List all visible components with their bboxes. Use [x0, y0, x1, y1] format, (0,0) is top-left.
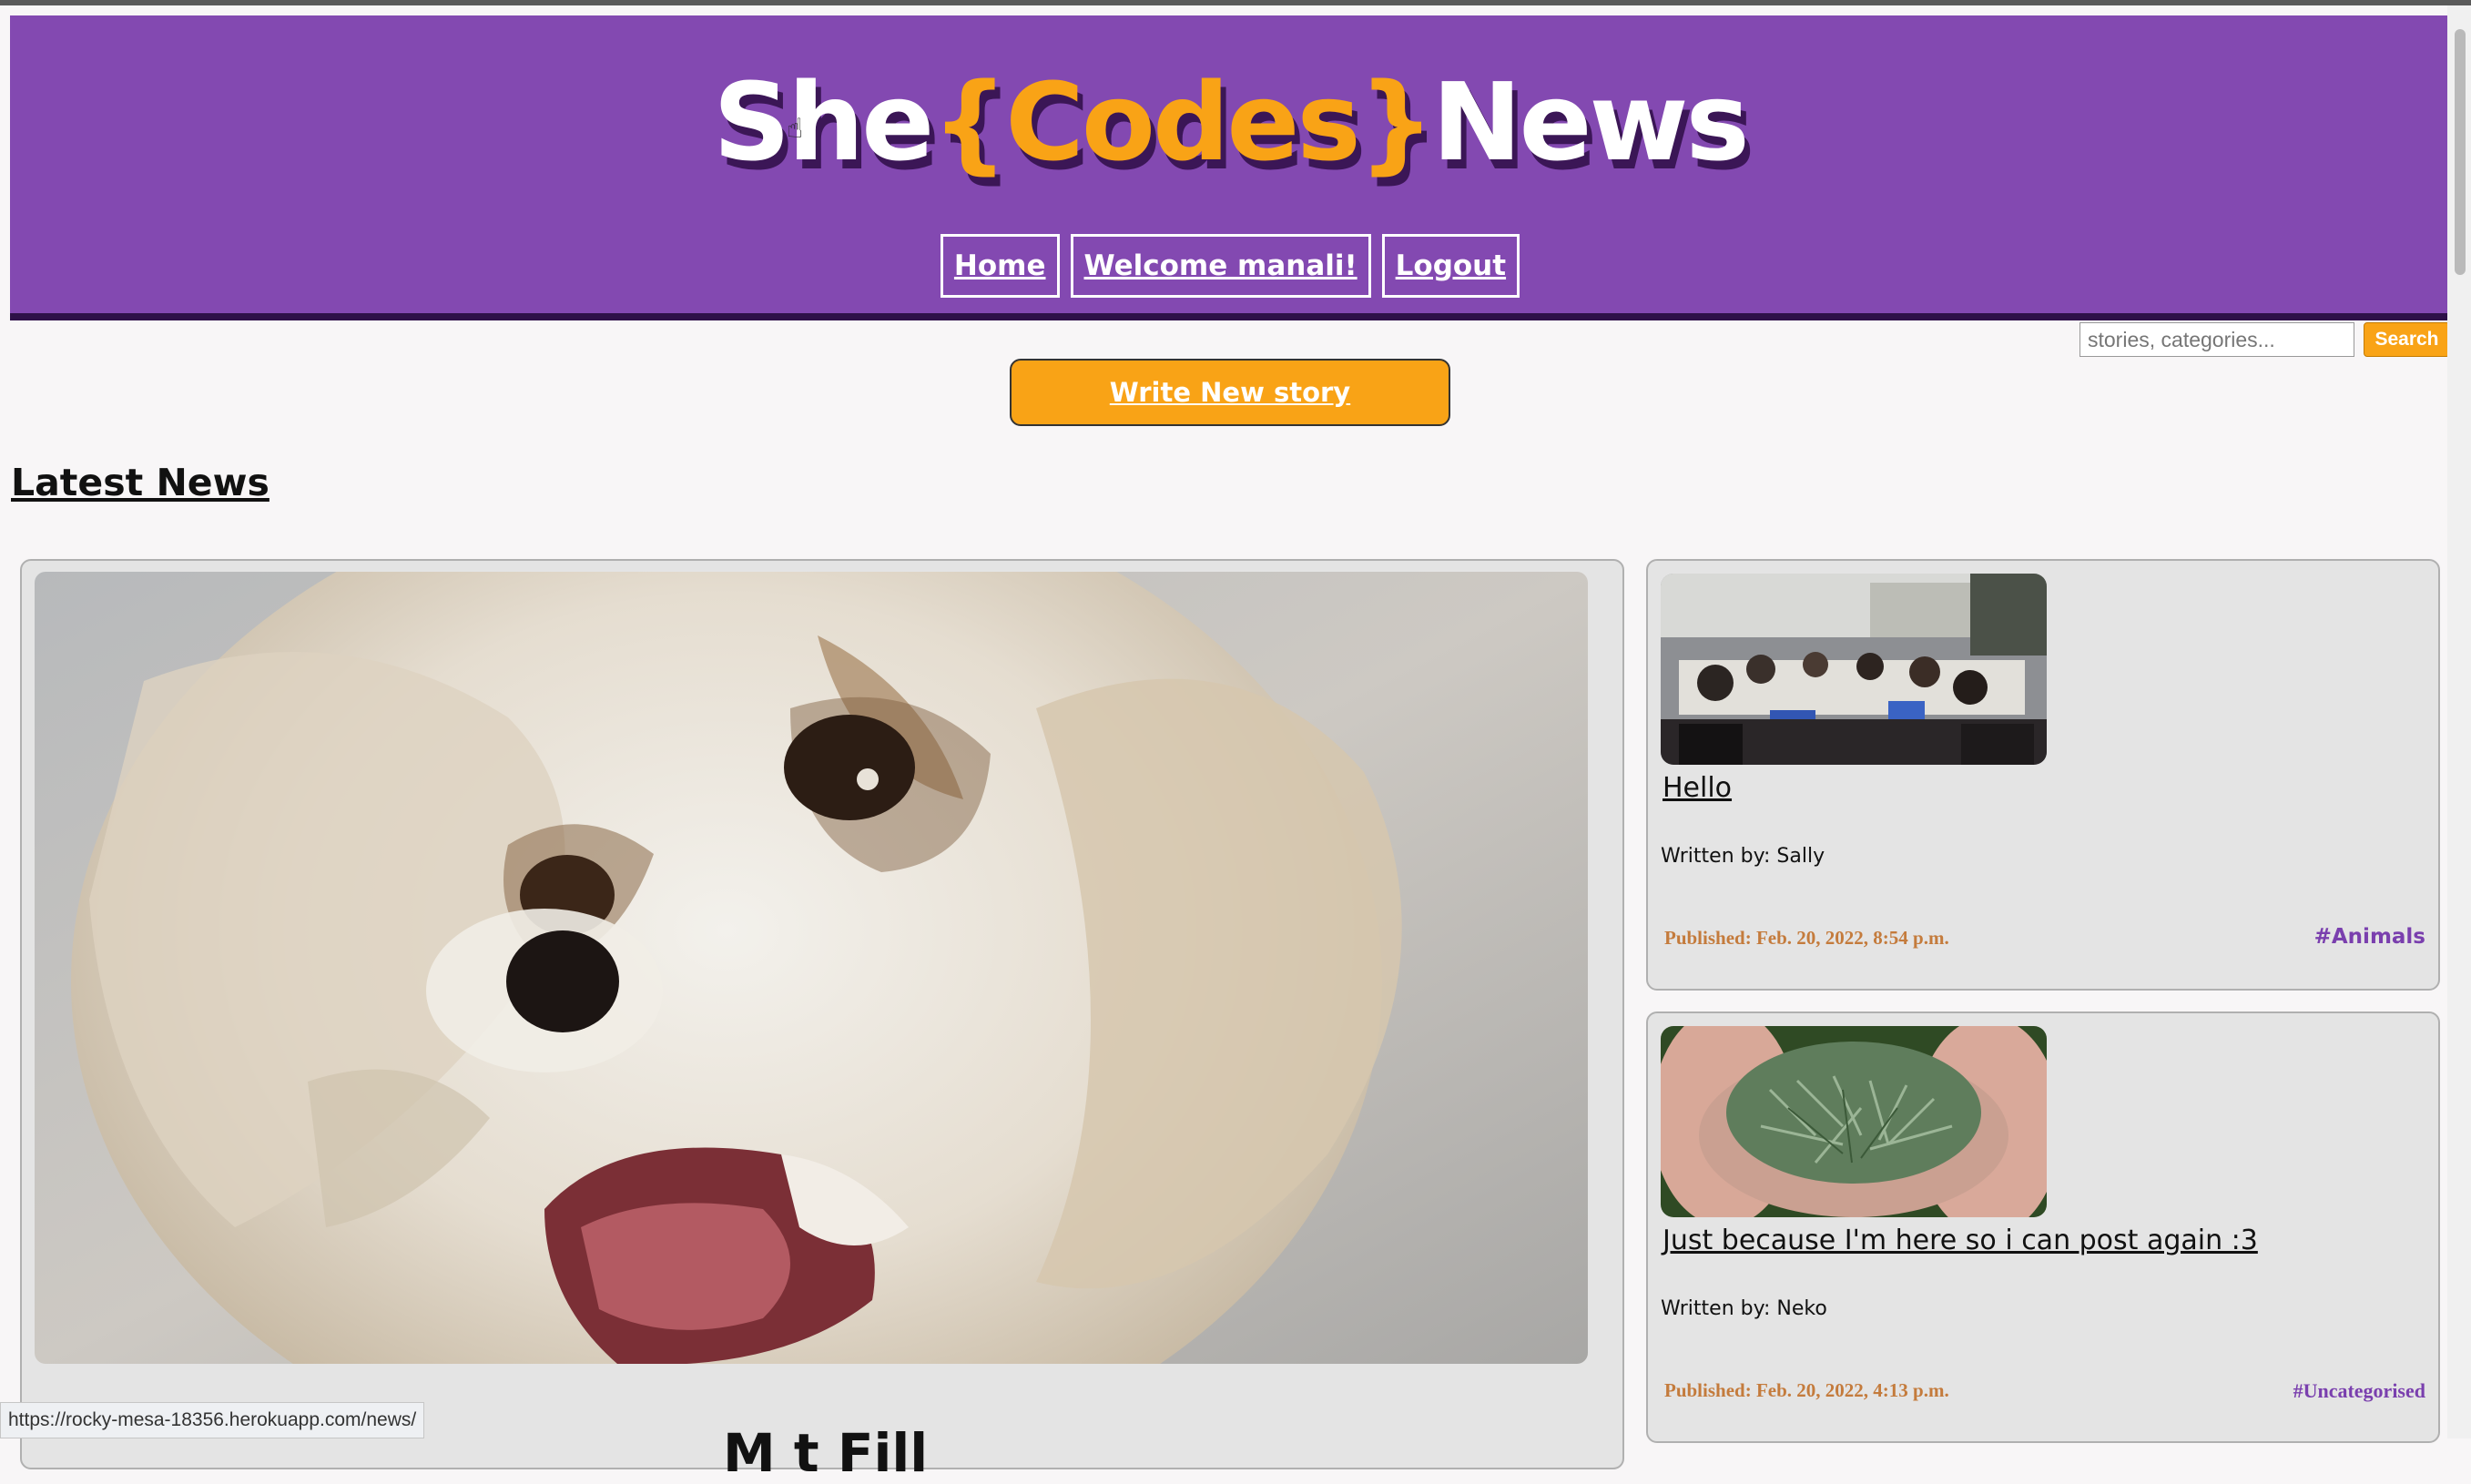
hand-cursor-icon: ☝ [787, 113, 804, 145]
window-top-border [0, 0, 2471, 5]
story-published-date: Published: Feb. 20, 2022, 4:13 p.m. [1664, 1379, 1949, 1401]
story-thumbnail[interactable] [1661, 574, 2047, 765]
featured-story-image[interactable] [35, 572, 1588, 1364]
link-status-bar: https://rocky-mesa-18356.herokuapp.com/n… [0, 1402, 425, 1438]
story-title-link[interactable]: Hello [1663, 772, 1732, 804]
story-thumbnail[interactable] [1661, 1026, 2047, 1217]
people-at-laptops-image [1661, 574, 2047, 765]
search-input[interactable] [2080, 322, 2354, 357]
nav-logout-link[interactable]: Logout [1381, 234, 1520, 298]
story-published-date: Published: Feb. 20, 2022, 8:54 p.m. [1664, 927, 1949, 949]
painted-dog-image [35, 572, 1588, 1364]
site-header: She{Codes}News Home Welcome manali! Logo… [10, 15, 2450, 320]
featured-story-card[interactable]: M t Fill [20, 559, 1624, 1484]
logo-open-brace: { [931, 59, 1008, 185]
latest-news-heading: Latest News [11, 461, 269, 504]
logo-codes: Codes [1005, 59, 1360, 185]
nav-welcome-link[interactable]: Welcome manali! [1070, 234, 1371, 298]
pine-shoots-image [1661, 1026, 2047, 1217]
story-category-tag[interactable]: #Animals [2314, 925, 2425, 949]
featured-story-title[interactable]: M t Fill [723, 1422, 928, 1484]
logo-she: She [713, 59, 934, 185]
main-nav: Home Welcome manali! Logout [10, 234, 2450, 298]
logo-close-brace: } [1358, 59, 1435, 185]
write-new-story-button[interactable]: Write New story [1010, 359, 1450, 426]
story-category-tag[interactable]: #Uncategorised [2293, 1379, 2425, 1403]
story-card[interactable]: Hello Written by: Sally Published: Feb. … [1646, 559, 2440, 991]
site-logo[interactable]: She{Codes}News [10, 68, 2450, 176]
logo-news: News [1431, 59, 1750, 185]
story-author: Written by: Neko [1661, 1297, 1827, 1320]
nav-home-link[interactable]: Home [940, 234, 1060, 298]
story-title-link[interactable]: Just because I'm here so i can post agai… [1663, 1225, 2258, 1256]
scrollbar-thumb[interactable] [2455, 29, 2466, 275]
page-scrollbar[interactable] [2447, 5, 2471, 1438]
story-card[interactable]: Just because I'm here so i can post agai… [1646, 1011, 2440, 1443]
story-author: Written by: Sally [1661, 845, 1825, 868]
search-button[interactable]: Search [2364, 322, 2450, 357]
